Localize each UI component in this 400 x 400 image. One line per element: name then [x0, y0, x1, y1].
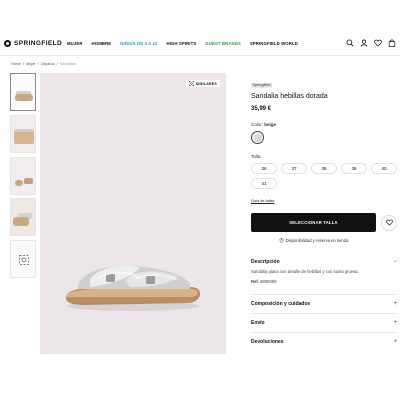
accordion-description-title: Descripción — [251, 259, 280, 265]
location-pin-icon — [279, 238, 284, 243]
color-value: beige — [264, 122, 277, 127]
accordion-composition-header[interactable]: Composición y cuidados + — [251, 297, 397, 311]
description-text: Sandalia plana con detalle de hebillas y… — [251, 269, 359, 274]
accordion-returns-title: Devoluciones — [251, 339, 284, 345]
breadcrumb-separator: / — [37, 62, 39, 66]
header-icons — [346, 39, 396, 47]
view-360-icon — [19, 255, 29, 266]
color-swatch[interactable] — [251, 131, 264, 144]
site-header — [0, 0, 400, 40]
product-info: Springfield Sandalia hebillas dorada 35,… — [251, 73, 397, 243]
reference-label: Ref. — [251, 279, 259, 284]
sandal-illustration — [65, 265, 201, 311]
reference-value: 9889399 — [260, 279, 277, 284]
accordion-divider — [251, 294, 397, 295]
nav-item-hombre[interactable]: HOMBRE — [92, 41, 112, 46]
breadcrumb: Home / Mujer / Zapatos / Sandalias — [11, 62, 76, 66]
product-accordion: Descripción − Sandalia plana con detalle… — [251, 255, 397, 349]
nav-item-mujer[interactable]: MUJER — [67, 41, 83, 46]
thumbnail-4[interactable] — [10, 198, 36, 237]
accordion-returns-header[interactable]: Devoluciones + — [251, 335, 397, 349]
breadcrumb-mujer[interactable]: Mujer — [26, 62, 36, 66]
size-option[interactable]: 37 — [281, 163, 307, 174]
thumbnail-sandal-strap — [24, 177, 33, 184]
accordion-shipping-header[interactable]: Envío + — [251, 316, 397, 330]
main-nav: MUJER HOMBRE NIÑO/A DE 3 A 12 HIGH SPIRI… — [67, 41, 298, 46]
breadcrumb-separator: / — [23, 62, 25, 66]
wishlist-button[interactable] — [381, 214, 397, 231]
collapse-icon: − — [393, 259, 397, 265]
thumbnail-list — [10, 73, 36, 282]
product-price: 35,99 € — [251, 106, 272, 112]
size-option[interactable]: 41 — [251, 178, 277, 189]
nav-item-high-spirits[interactable]: HIGH SPIRITS — [166, 41, 196, 46]
expand-icon: + — [393, 301, 397, 307]
nav-item-guest-brands[interactable]: GUEST BRANDS — [205, 41, 241, 46]
accordion-description-header[interactable]: Descripción − — [251, 255, 397, 269]
bag-icon[interactable] — [388, 39, 396, 47]
heart-icon[interactable] — [374, 39, 382, 47]
similar-scan-icon — [188, 81, 194, 86]
similares-label: SIMILARES — [195, 81, 217, 86]
accordion-divider — [251, 332, 397, 333]
accordion-composition-title: Composición y cuidados — [251, 301, 311, 307]
brand-name: SPRINGFIELD — [14, 40, 63, 47]
accordion-divider — [251, 313, 397, 314]
thumbnail-sandal-sole — [15, 179, 23, 186]
color-swatch-fill — [253, 133, 262, 142]
size-selector: 36 37 38 39 40 41 — [251, 163, 397, 189]
logo-mark-icon — [4, 40, 11, 47]
thumbnail-5[interactable] — [10, 240, 36, 279]
accordion-description-body: Sandalia plana con detalle de hebillas y… — [251, 269, 397, 292]
color-label: Color: — [251, 122, 264, 127]
reference-row: Ref. 9889399 — [251, 279, 397, 284]
nav-item-ninos[interactable]: NIÑO/A DE 3 A 12 — [120, 41, 157, 46]
breadcrumb-home[interactable]: Home — [11, 62, 21, 66]
header-divider — [0, 55, 400, 56]
accordion-shipping-title: Envío — [251, 320, 265, 326]
size-label: Talla: — [251, 154, 262, 159]
search-icon[interactable] — [346, 39, 354, 47]
nav-item-springfield-world[interactable]: SPRINGFIELD WORLD — [250, 41, 298, 46]
size-option[interactable]: 39 — [341, 163, 367, 174]
similares-button[interactable]: SIMILARES — [185, 80, 220, 87]
heart-icon — [385, 219, 393, 226]
size-guide-link[interactable]: Guía de tallas — [251, 199, 274, 203]
brand-logo[interactable]: SPRINGFIELD — [4, 40, 62, 47]
thumbnail-sandal-sole — [13, 217, 29, 227]
store-availability-link[interactable]: Disponibilidad y reserva en tienda — [251, 238, 376, 243]
expand-icon: + — [393, 320, 397, 326]
size-option[interactable]: 40 — [371, 163, 397, 174]
store-availability-label: Disponibilidad y reserva en tienda — [285, 238, 349, 243]
thumbnail-1[interactable] — [10, 73, 36, 111]
breadcrumb-separator: / — [56, 62, 58, 66]
thumbnail-sandal-sole — [15, 94, 33, 101]
user-icon[interactable] — [360, 39, 368, 47]
thumbnail-3[interactable] — [10, 156, 36, 195]
breadcrumb-sandalias[interactable]: Sandalias — [60, 62, 77, 66]
product-main-image[interactable]: SIMILARES — [40, 73, 226, 354]
product-title: Sandalia hebillas dorada — [251, 93, 328, 100]
color-row: Color: beige — [251, 122, 397, 127]
breadcrumb-zapatos[interactable]: Zapatos — [41, 62, 55, 66]
cta-row: SELECCIONAR TALLA — [251, 213, 397, 232]
expand-icon: + — [393, 339, 397, 345]
size-option[interactable]: 38 — [311, 163, 337, 174]
brand-tag: Springfield — [251, 82, 272, 88]
size-option[interactable]: 36 — [251, 163, 277, 174]
thumbnail-2[interactable] — [10, 114, 36, 153]
select-size-button[interactable]: SELECCIONAR TALLA — [251, 213, 376, 232]
thumbnail-sandal-sole — [14, 131, 34, 144]
